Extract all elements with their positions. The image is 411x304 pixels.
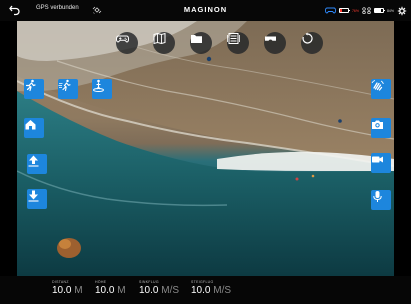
status-indicators: 76% 84% xyxy=(325,4,407,17)
aerial-beach-image xyxy=(17,21,394,276)
telemetry-height: HÖHE 10.0 M xyxy=(95,280,126,296)
telemetry-climb: STEIGFLUG 10.0 M/S xyxy=(191,280,231,296)
takeoff-button[interactable] xyxy=(27,154,47,174)
height-label: HÖHE xyxy=(95,280,107,284)
vr-glasses-button[interactable] xyxy=(264,32,286,54)
fast-running-icon xyxy=(58,79,71,92)
camera-icon xyxy=(372,120,383,129)
status-bar: GPS verbunden MAGINON 76% 84% xyxy=(0,0,411,21)
height-value: 10.0 xyxy=(95,285,115,296)
map-button[interactable] xyxy=(153,32,175,54)
climb-unit: M/S xyxy=(213,285,232,296)
land-down-icon xyxy=(28,190,39,202)
restart-icon xyxy=(302,32,313,44)
voice-control-button[interactable] xyxy=(371,190,391,210)
remote-battery-icon xyxy=(338,8,350,13)
fast-follow-button[interactable] xyxy=(58,79,78,99)
telemetry-bar: DISTANZ 10.0 M HÖHE 10.0 M SINKFLUG 10.0… xyxy=(0,276,411,304)
gallery-button[interactable] xyxy=(227,32,249,54)
restart-button[interactable] xyxy=(301,32,323,54)
folder-icon xyxy=(191,35,202,43)
return-home-button[interactable] xyxy=(24,118,44,138)
take-photo-button[interactable] xyxy=(371,118,391,138)
telemetry-descent: SINKFLUG 10.0 M/S xyxy=(139,280,179,296)
takeoff-up-icon xyxy=(28,155,39,167)
gallery-icon xyxy=(227,33,240,44)
gesture-control-button[interactable] xyxy=(371,79,391,99)
wave-hand-icon xyxy=(371,80,384,91)
controller-link-icon xyxy=(325,7,336,14)
remote-battery-text: 76% xyxy=(351,8,359,13)
landing-person-icon xyxy=(93,79,104,92)
map-icon xyxy=(153,32,166,45)
follow-me-button[interactable] xyxy=(24,79,44,99)
height-unit: M xyxy=(117,285,126,296)
descent-unit: M/S xyxy=(161,285,180,296)
distance-label: DISTANZ xyxy=(52,280,69,284)
telemetry-distance: DISTANZ 10.0 M xyxy=(52,280,83,296)
descent-value: 10.0 xyxy=(139,285,159,296)
drone-battery-text: 84% xyxy=(386,8,394,13)
climb-value: 10.0 xyxy=(191,285,211,296)
folder-button[interactable] xyxy=(190,32,212,54)
running-person-icon xyxy=(25,79,36,92)
distance-value: 10.0 xyxy=(52,285,72,296)
microphone-icon xyxy=(373,191,382,202)
drone-control-screen: GPS verbunden MAGINON 76% 84% DISTANZ 10… xyxy=(0,0,411,304)
distance-unit: M xyxy=(74,285,83,296)
land-button[interactable] xyxy=(27,189,47,209)
climb-label: STEIGFLUG xyxy=(191,280,214,284)
landing-point-button[interactable] xyxy=(92,79,112,99)
settings-gear-icon[interactable] xyxy=(397,6,407,16)
record-video-button[interactable] xyxy=(371,153,391,173)
vr-glasses-icon xyxy=(265,36,276,41)
video-camera-icon xyxy=(372,156,383,163)
gamepad-button[interactable] xyxy=(116,32,138,54)
home-icon xyxy=(25,120,36,130)
descent-label: SINKFLUG xyxy=(139,280,159,284)
drone-battery-icon xyxy=(373,8,385,13)
gamepad-icon xyxy=(116,35,129,43)
drone-link-icon xyxy=(362,7,371,14)
camera-live-view[interactable] xyxy=(17,21,394,276)
